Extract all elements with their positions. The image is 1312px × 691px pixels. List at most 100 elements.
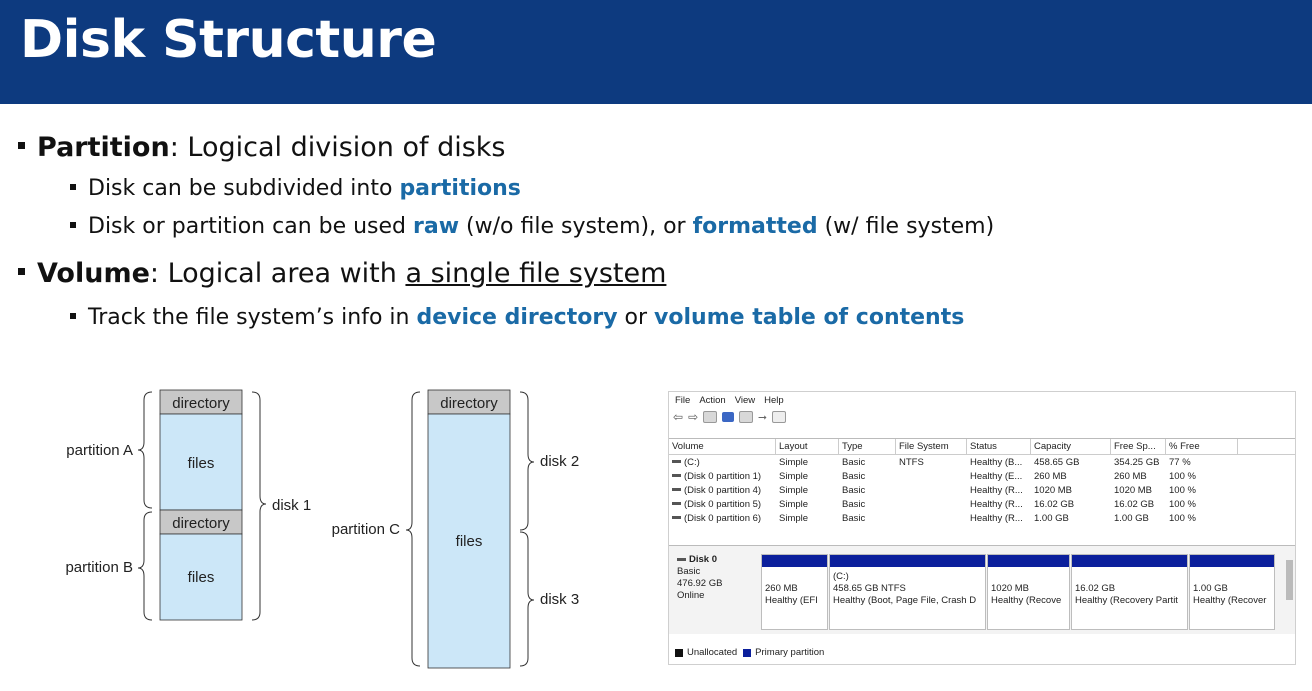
graphical-view-icon[interactable] [771, 411, 786, 423]
table-row[interactable]: (Disk 0 partition 4) Simple Basic Healthy (… [669, 483, 1295, 497]
table-row[interactable]: (Disk 0 partition 5) Simple Basic Healthy (… [669, 497, 1295, 511]
partition-block-5[interactable]: 16.02 GB Healthy (Recovery Partit [1071, 554, 1188, 630]
partition-5-status: Healthy (Recovery Partit [1075, 595, 1178, 606]
table-cell: Simple [779, 456, 809, 468]
partitions-term: partitions [399, 176, 521, 201]
partition-term: Partition [37, 132, 170, 163]
disk-status: Online [677, 590, 705, 601]
col-percent-free[interactable]: % Free [1166, 439, 1238, 454]
brace-disk-1 [251, 391, 267, 621]
disk-icon [677, 557, 686, 561]
table-cell: (Disk 0 partition 5) [669, 499, 776, 510]
brace-disk-2 [519, 391, 535, 531]
partition-6-name [1193, 571, 1271, 583]
partition-c-name: (C:) [833, 571, 849, 582]
col-status[interactable]: Status [967, 439, 1031, 454]
vtoc-term: volume table of contents [654, 305, 965, 330]
back-arrow-icon[interactable]: ⇦ [673, 410, 683, 424]
col-file-system[interactable]: File System [896, 439, 967, 454]
partition-desc: : Logical division of disks [169, 132, 506, 163]
partition-6-size: 1.00 GB [1193, 583, 1228, 594]
volume-name: (C:) [684, 456, 700, 468]
menu-help[interactable]: Help [764, 395, 784, 406]
table-row[interactable]: (Disk 0 partition 1) Simple Basic Healthy (… [669, 469, 1295, 483]
disk-3-label: disk 3 [540, 591, 579, 608]
menu-view[interactable]: View [735, 395, 755, 406]
partition-6-status: Healthy (Recover [1193, 595, 1267, 606]
partition-block-6[interactable]: 1.00 GB Healthy (Recover [1189, 554, 1275, 630]
vertical-scrollbar[interactable] [1286, 560, 1293, 600]
col-volume[interactable]: Volume [669, 439, 776, 454]
table-cell: 354.25 GB [1114, 456, 1160, 468]
table-cell: (Disk 0 partition 6) [669, 513, 776, 524]
partition-block-4[interactable]: 1020 MB Healthy (Recove [987, 554, 1070, 630]
table-row[interactable]: (C:) Simple Basic NTFS Healthy (B... 458.65 G… [669, 455, 1295, 469]
menu-file[interactable]: File [675, 395, 690, 406]
bullet-square-icon [18, 142, 25, 149]
col-type[interactable]: Type [839, 439, 896, 454]
bullet-square-icon [70, 184, 76, 190]
table-header: Volume Layout Type File System Status Ca… [669, 439, 1295, 455]
bullet-square-icon [70, 313, 76, 319]
partition-b-label: partition B [65, 559, 133, 576]
table-cell: 458.65 GB [1034, 456, 1080, 468]
table-cell: 1020 MB [1034, 484, 1073, 496]
table-cell: 100 % [1169, 484, 1196, 496]
col-layout[interactable]: Layout [776, 439, 839, 454]
disk-0-info[interactable]: Disk 0 Basic 476.92 GB Online [677, 554, 722, 602]
primary-partition-bar [830, 555, 985, 567]
device-directory-term: device directory [416, 305, 618, 330]
help-icon[interactable] [722, 412, 735, 422]
col-capacity[interactable]: Capacity [1031, 439, 1111, 454]
menu-bar: File Action View Help [669, 392, 1295, 408]
sub2-mid: (w/o file system), or [459, 214, 693, 239]
bullet-partition: Partition: Logical division of disks [18, 132, 506, 163]
disk-2-label: disk 2 [540, 453, 579, 470]
table-cell: 1.00 GB [1114, 512, 1149, 524]
table-cell: Healthy (R... [970, 484, 1023, 496]
table-cell: 77 % [1169, 456, 1191, 468]
forward-arrow-icon[interactable]: ⇨ [688, 410, 698, 424]
list-view-icon[interactable] [739, 411, 754, 423]
bullet-volume: Volume: Logical area with a single file … [18, 258, 666, 289]
col-free-space[interactable]: Free Sp... [1111, 439, 1166, 454]
table-cell: 1.00 GB [1034, 512, 1069, 524]
table-cell: Basic [842, 498, 866, 510]
volume-icon [672, 516, 681, 520]
partition-block-1[interactable]: 260 MB Healthy (EFI [761, 554, 828, 630]
partition-c-size: 458.65 GB NTFS [833, 583, 906, 594]
volume-icon [672, 488, 681, 492]
files-label-a: files [188, 455, 215, 472]
partition-a-label: partition A [66, 442, 133, 459]
volume-icon [672, 502, 681, 506]
partition-block-c[interactable]: (C:) 458.65 GB NTFS Healthy (Boot, Page Fi… [829, 554, 986, 630]
brace-partition-a [137, 391, 153, 509]
table-row[interactable]: (Disk 0 partition 6) Simple Basic Healthy (… [669, 511, 1295, 525]
volume-name: (Disk 0 partition 1) [684, 470, 762, 482]
disk-graphical-area: Disk 0 Basic 476.92 GB Online 260 MB Heal… [669, 545, 1295, 634]
sub-bullet-directory: Track the file system’s info in device d… [70, 305, 964, 330]
table-cell: Basic [842, 512, 866, 524]
volume-term: Volume [37, 258, 150, 289]
primary-partition-bar [1190, 555, 1274, 567]
table-cell: 1020 MB [1114, 484, 1153, 496]
primary-partition-bar [988, 555, 1069, 567]
volume-name: (Disk 0 partition 5) [684, 498, 762, 510]
table-cell: Healthy (R... [970, 498, 1023, 510]
table-cell: 260 MB [1114, 470, 1147, 482]
partition-c-label: partition C [332, 521, 401, 538]
legend-unallocated: Unallocated [687, 647, 738, 658]
raw-term: raw [413, 214, 460, 239]
menu-action[interactable]: Action [699, 395, 725, 406]
table-cell: 16.02 GB [1114, 498, 1155, 510]
partition-1-size: 260 MB [765, 583, 798, 594]
connect-icon[interactable]: ⭢ [758, 411, 767, 424]
properties-icon[interactable] [703, 411, 718, 423]
files-label-c: files [456, 533, 483, 550]
slide-title: Disk Structure [20, 10, 437, 70]
brace-partition-b [137, 511, 153, 621]
volume-icon [672, 460, 681, 464]
directory-label-a: directory [172, 395, 230, 412]
table-cell: 16.02 GB [1034, 498, 1075, 510]
partition-diagram: directory files directory files partitio… [65, 389, 579, 669]
